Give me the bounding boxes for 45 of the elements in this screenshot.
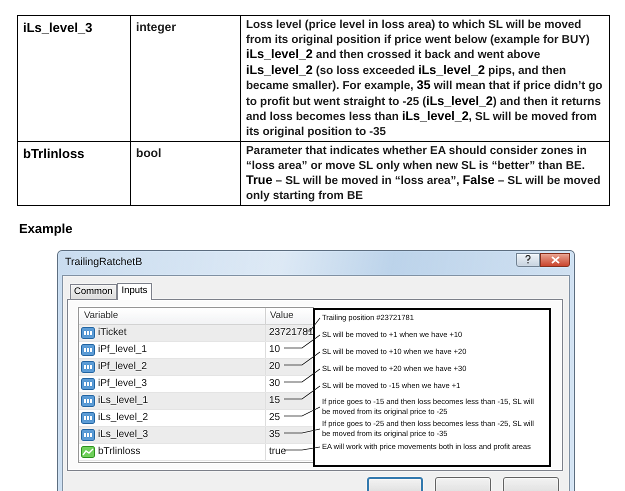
column-header[interactable]: Value <box>266 308 314 324</box>
table-cell: bool <box>130 142 240 206</box>
variable-value[interactable]: 25 <box>266 410 280 425</box>
integer-icon <box>81 326 95 338</box>
integer-icon <box>81 360 95 372</box>
variable-value[interactable]: 35 <box>266 427 280 442</box>
table-cell: Parameter that indicates whether EA should consider zones in “loss area” or move SL only when new SL is “better” than BE. True – SL will be moved in “loss area”, False – SL will be moved only starting from BE <box>240 142 610 206</box>
leader-line <box>284 428 320 433</box>
tab[interactable]: Common <box>70 284 117 298</box>
tab[interactable]: Inputs <box>116 282 152 300</box>
variable-name: iLs_level_1 <box>98 394 148 408</box>
leader-line <box>284 334 320 348</box>
table-cell: bTrlinloss <box>18 142 130 206</box>
dialog-button[interactable] <box>503 476 559 491</box>
variable-value[interactable]: true <box>266 444 286 459</box>
dialog-button[interactable] <box>367 476 423 491</box>
variable-value[interactable]: 30 <box>266 376 280 391</box>
variable-value[interactable]: 10 <box>266 342 280 357</box>
table-cell: Loss level (price level in loss area) to which SL will be moved from its original position if price went below (example for BUY) iLs_level_2 and then crossed it back and went above iLs_level_2 (so loss exceeded iLs_level_2 pips, and then became smaller). For example, 35 will mean that if price didn’t go to profit but went straight to -25 (iLs_level_2) and then it returns and loss becomes less than iLs_level_2, SL will be moved from its original position to -35 <box>240 16 610 142</box>
integer-icon <box>81 428 95 440</box>
variable-name: bTrlinloss <box>98 445 140 459</box>
variable-value[interactable]: 15 <box>266 393 280 408</box>
column-header[interactable]: Variable <box>79 308 266 324</box>
variable-value[interactable]: 23721781 <box>266 325 314 340</box>
table-cell: iLs_level_3 <box>18 16 130 142</box>
variable-name: iLs_level_3 <box>98 428 148 442</box>
variable-name: iPf_level_2 <box>98 360 147 374</box>
leader-line <box>284 406 320 416</box>
leader-line <box>284 351 320 365</box>
variable-name: iLs_level_2 <box>98 411 148 425</box>
variable-value[interactable]: 20 <box>266 359 280 374</box>
close-button[interactable] <box>540 252 570 266</box>
table-cell: integer <box>130 16 240 142</box>
window-title: TrailingRatchetB <box>64 254 142 270</box>
leader-line <box>284 385 320 399</box>
dialog-button[interactable] <box>435 476 491 491</box>
section-heading: Example <box>19 220 74 238</box>
help-button[interactable] <box>516 252 540 266</box>
variable-name: iPf_level_3 <box>98 377 147 391</box>
integer-icon <box>81 394 95 406</box>
close-icon <box>550 256 560 264</box>
variable-name: iTicket <box>98 326 127 340</box>
variable-name: iPf_level_1 <box>98 343 147 357</box>
leader-line <box>284 368 320 382</box>
help-icon <box>525 255 531 264</box>
